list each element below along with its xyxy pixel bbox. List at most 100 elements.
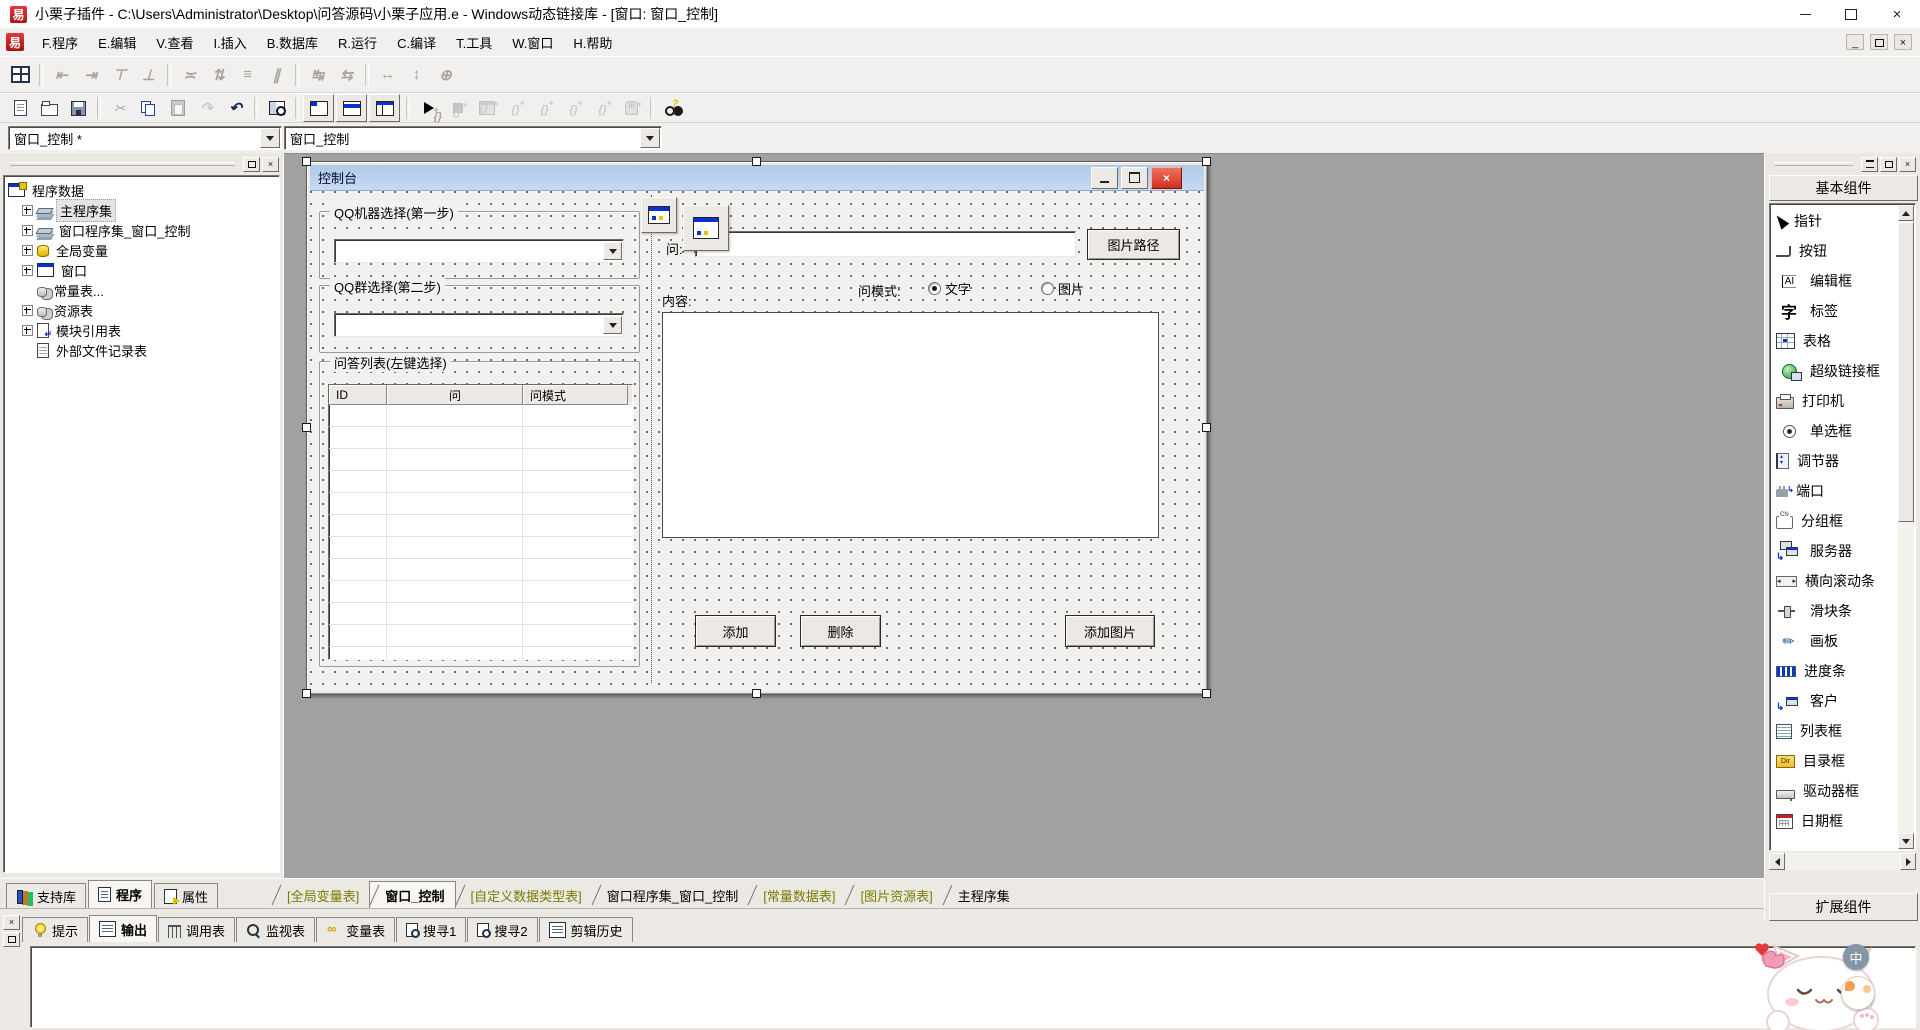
toolbar-button[interactable]: ⇥ bbox=[76, 62, 105, 88]
scroll-right-button[interactable] bbox=[1900, 853, 1916, 870]
palette-hscrollbar[interactable] bbox=[1769, 853, 1916, 870]
toolbar-button[interactable]: ⊥ bbox=[134, 62, 163, 88]
toolbar-button[interactable] bbox=[105, 95, 134, 121]
component-item[interactable]: 横向滚动条 bbox=[1772, 566, 1897, 596]
designer-minimize-button[interactable] bbox=[1091, 167, 1118, 189]
toolbar-button[interactable] bbox=[6, 62, 35, 88]
toolbar-button[interactable] bbox=[163, 95, 192, 121]
groupbox-qq-group[interactable]: QQ群选择(第二步) bbox=[319, 285, 640, 353]
add-pic-button[interactable]: 添加图片 bbox=[1065, 615, 1155, 647]
chevron-down-icon[interactable] bbox=[603, 242, 622, 260]
chevron-down-icon[interactable] bbox=[603, 316, 622, 334]
document-tab[interactable]: [自定义数据类型表] bbox=[456, 882, 592, 908]
toolbar-button[interactable] bbox=[530, 95, 559, 121]
output-tab[interactable]: 监视表 bbox=[236, 917, 315, 942]
panel-grip[interactable] bbox=[10, 162, 235, 166]
component-item[interactable]: 单选框 bbox=[1772, 416, 1897, 446]
component-item[interactable]: 客户 bbox=[1772, 686, 1897, 716]
table-row[interactable] bbox=[329, 581, 632, 603]
workspace-tab[interactable]: 支持库 bbox=[6, 883, 86, 908]
designer-canvas[interactable]: QQ机器选择(第一步) QQ群选择(第二步) 问答列表(左键选择) bbox=[310, 191, 1204, 691]
workspace-tab[interactable]: 程序 bbox=[88, 880, 152, 908]
table-row[interactable] bbox=[329, 647, 632, 660]
toolbar-button[interactable] bbox=[472, 95, 501, 121]
cat-badge[interactable] bbox=[1841, 976, 1875, 1010]
designer-title-bar[interactable]: 控制台 × bbox=[310, 165, 1204, 191]
mode-radio-text[interactable]: 文字 bbox=[928, 279, 971, 298]
output-tab[interactable]: 提示 bbox=[22, 917, 88, 942]
output-tab[interactable]: 搜寻2 bbox=[467, 917, 537, 942]
groupbox-qa-list[interactable]: 问答列表(左键选择) ID 问 问模式 bbox=[319, 361, 640, 667]
scroll-down-button[interactable] bbox=[1898, 833, 1914, 849]
groupbox-qq-robot[interactable]: QQ机器选择(第一步) bbox=[319, 211, 640, 279]
expand-plus-icon[interactable] bbox=[22, 265, 33, 276]
component-item[interactable]: 目录框 bbox=[1772, 746, 1897, 776]
resize-handle-nw[interactable] bbox=[302, 157, 311, 166]
mode-radio-pic[interactable]: 图片 bbox=[1041, 279, 1084, 298]
content-textarea[interactable] bbox=[662, 312, 1159, 538]
menu-item[interactable]: E.编辑 bbox=[88, 30, 146, 55]
document-tab[interactable]: [全局变量表] bbox=[272, 882, 369, 908]
invisible-component-icon[interactable] bbox=[641, 197, 677, 233]
component-item[interactable]: 分组框 bbox=[1772, 506, 1897, 536]
panel-menu-button[interactable] bbox=[1861, 157, 1878, 172]
menu-item[interactable]: I.插入 bbox=[204, 30, 257, 55]
component-item[interactable]: 日期框 bbox=[1772, 806, 1897, 836]
expand-plus-icon[interactable] bbox=[22, 325, 33, 336]
toolbar-button[interactable]: ↹ bbox=[303, 62, 332, 88]
menu-item[interactable]: V.查看 bbox=[146, 30, 203, 55]
pic-path-button[interactable]: 图片路径 bbox=[1087, 229, 1180, 260]
window-selector-combo[interactable]: 窗口_控制 * bbox=[8, 126, 282, 150]
toolbar-button[interactable] bbox=[134, 95, 163, 121]
workspace-tab[interactable]: 属性 bbox=[154, 883, 218, 908]
toolbar-button[interactable]: ↕ bbox=[402, 62, 431, 88]
tree-item[interactable]: 资源表 bbox=[8, 300, 279, 320]
resize-handle-se[interactable] bbox=[1202, 689, 1211, 698]
column-header[interactable]: 问模式 bbox=[523, 385, 628, 405]
child-close-button[interactable]: × bbox=[1894, 34, 1912, 50]
qq-robot-combo[interactable] bbox=[334, 239, 624, 263]
resize-handle-ne[interactable] bbox=[1202, 157, 1211, 166]
tree-item[interactable]: 窗口 bbox=[8, 260, 279, 280]
toolbar-button[interactable] bbox=[262, 95, 291, 121]
toolbar-button[interactable]: ↔ bbox=[373, 62, 402, 88]
component-item[interactable]: 服务器 bbox=[1772, 536, 1897, 566]
document-tab[interactable]: 主程序集 bbox=[943, 882, 1020, 908]
toolbar-button[interactable] bbox=[588, 95, 617, 121]
component-item[interactable]: 按钮 bbox=[1772, 236, 1897, 266]
ime-badge[interactable]: 中 bbox=[1843, 944, 1869, 970]
output-tab[interactable]: 剪辑历史 bbox=[539, 917, 633, 942]
component-item[interactable]: 进度条 bbox=[1772, 656, 1897, 686]
panel-restore-button[interactable] bbox=[243, 157, 260, 172]
scroll-up-button[interactable] bbox=[1898, 205, 1914, 221]
menu-item[interactable]: T.工具 bbox=[446, 30, 502, 55]
document-tab[interactable]: [常量数据表] bbox=[748, 882, 845, 908]
panel-close-button[interactable]: × bbox=[1899, 157, 1916, 172]
designer-close-button[interactable]: × bbox=[1151, 167, 1182, 189]
toolbar-button[interactable]: ⊤ bbox=[105, 62, 134, 88]
delete-button[interactable]: 删除 bbox=[800, 615, 881, 647]
toolbar-button[interactable] bbox=[617, 95, 646, 121]
qq-group-combo[interactable] bbox=[334, 313, 624, 337]
radio-selected-icon[interactable] bbox=[928, 282, 941, 295]
component-item[interactable]: 画板 bbox=[1772, 626, 1897, 656]
component-item[interactable]: 端口 bbox=[1772, 476, 1897, 506]
toolbar-button[interactable]: ⇤ bbox=[47, 62, 76, 88]
panel-close-button[interactable]: × bbox=[262, 157, 279, 172]
output-restore-button[interactable] bbox=[3, 932, 20, 947]
output-tab[interactable]: 变量表 bbox=[316, 917, 395, 942]
toolbar-button[interactable] bbox=[303, 94, 334, 122]
toolbar-button[interactable]: ⊕ bbox=[431, 62, 460, 88]
scroll-thumb[interactable] bbox=[1898, 222, 1914, 522]
toolbar-button[interactable] bbox=[443, 95, 472, 121]
table-row[interactable] bbox=[329, 603, 632, 625]
component-item[interactable]: 编辑框 bbox=[1772, 266, 1897, 296]
table-row[interactable] bbox=[329, 559, 632, 581]
child-restore-button[interactable] bbox=[1870, 34, 1888, 50]
document-tab[interactable]: 窗口程序集_窗口_控制 bbox=[592, 882, 748, 908]
component-item[interactable]: 超级链接框 bbox=[1772, 356, 1897, 386]
tree-root[interactable]: 程序数据 bbox=[8, 180, 279, 200]
toolbar-button[interactable]: ≡ bbox=[233, 62, 262, 88]
column-header[interactable]: 问 bbox=[387, 385, 523, 405]
document-tab[interactable]: 窗口_控制 bbox=[369, 881, 455, 908]
